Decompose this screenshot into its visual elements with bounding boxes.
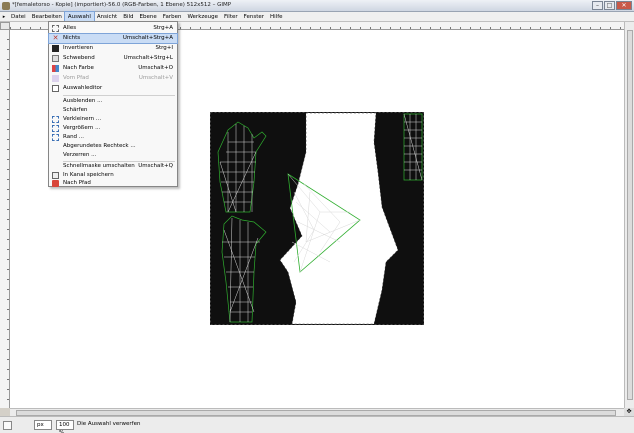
title-bar: *[femaletorso - Kopie] (importiert)-56.0… — [0, 0, 634, 12]
minimize-button[interactable]: – — [592, 1, 603, 10]
close-button[interactable]: ✕ — [616, 1, 632, 10]
vertical-scroll-thumb[interactable] — [627, 30, 633, 400]
to-path-icon — [52, 180, 59, 187]
menu-item-verzerren[interactable]: Verzerren ... — [49, 151, 177, 160]
menu-werkzeuge[interactable]: Werkzeuge — [184, 12, 221, 22]
uv-texture-image — [210, 112, 424, 325]
menu-bild[interactable]: Bild — [120, 12, 136, 22]
menu-item-auswahleditor[interactable]: Auswahleditor — [49, 84, 177, 93]
status-bar: px 100 % Die Auswahl verwerfen — [0, 416, 634, 433]
window-title: *[femaletorso - Kopie] (importiert)-56.0… — [12, 2, 232, 8]
menu-item-nach-farbe[interactable]: Nach Farbe Umschalt+O — [49, 64, 177, 73]
horizontal-scrollbar[interactable] — [10, 408, 624, 416]
unit-select[interactable]: px — [34, 420, 52, 430]
menu-item-vom-pfad[interactable]: Vom Pfad Umschalt+V — [49, 74, 177, 83]
zoom-select[interactable]: 100 % — [56, 420, 74, 433]
menu-item-rand[interactable]: Rand ... — [49, 133, 177, 142]
menu-item-verkleinern[interactable]: Verkleinern ... — [49, 115, 177, 124]
navigate-icon[interactable]: ✥ — [624, 408, 634, 416]
menu-hilfe[interactable]: Hilfe — [267, 12, 286, 22]
menu-arrow-icon[interactable]: ▸ — [0, 12, 8, 22]
menu-item-nach-pfad[interactable]: Nach Pfad — [49, 179, 177, 188]
image-canvas[interactable] — [210, 112, 424, 325]
select-all-icon — [52, 25, 59, 32]
menu-item-vergroessern[interactable]: Vergrößern ... — [49, 124, 177, 133]
menu-item-schaerfen[interactable]: Schärfen — [49, 106, 177, 115]
pointer-icon[interactable] — [3, 421, 12, 430]
menu-farben[interactable]: Farben — [160, 12, 185, 22]
by-color-icon — [52, 65, 59, 72]
status-message: Die Auswahl verwerfen — [77, 421, 141, 427]
vertical-ruler[interactable] — [0, 30, 10, 408]
menu-auswahl[interactable]: Auswahl — [63, 10, 95, 23]
select-menu-dropdown: Alles Strg+A ✕ Nichts Umschalt+Strg+A In… — [48, 21, 178, 187]
menu-item-alles[interactable]: Alles Strg+A — [49, 24, 177, 33]
menu-datei[interactable]: Datei — [8, 12, 29, 22]
shrink-icon — [52, 116, 59, 123]
select-none-icon: ✕ — [52, 34, 59, 42]
from-path-icon — [52, 75, 59, 82]
save-channel-icon — [52, 172, 59, 179]
border-icon — [52, 134, 59, 141]
ruler-corner[interactable] — [0, 22, 10, 30]
menu-fenster[interactable]: Fenster — [241, 12, 267, 22]
menu-ansicht[interactable]: Ansicht — [94, 12, 120, 22]
menu-item-abgerundetes-rechteck[interactable]: Abgerundetes Rechteck ... — [49, 142, 177, 151]
menu-separator — [63, 95, 175, 96]
menu-bearbeiten[interactable]: Bearbeiten — [29, 12, 65, 22]
menu-filter[interactable]: Filter — [221, 12, 241, 22]
menu-ebene[interactable]: Ebene — [137, 12, 160, 22]
window-controls: – □ ✕ — [592, 1, 632, 10]
menu-item-nichts[interactable]: ✕ Nichts Umschalt+Strg+A — [48, 33, 178, 44]
invert-icon — [52, 45, 59, 52]
selection-editor-icon — [52, 85, 59, 92]
menu-item-schnellmaske[interactable]: Schnellmaske umschalten Umschalt+Q — [49, 162, 177, 171]
menu-item-schwebend[interactable]: Schwebend Umschalt+Strg+L — [49, 54, 177, 63]
menu-item-invertieren[interactable]: Invertieren Strg+I — [49, 44, 177, 53]
menu-item-ausblenden[interactable]: Ausblenden ... — [49, 97, 177, 106]
maximize-button[interactable]: □ — [604, 1, 615, 10]
grow-icon — [52, 125, 59, 132]
vertical-scrollbar[interactable] — [624, 22, 634, 408]
gimp-app-icon — [2, 2, 10, 10]
float-icon — [52, 55, 59, 62]
